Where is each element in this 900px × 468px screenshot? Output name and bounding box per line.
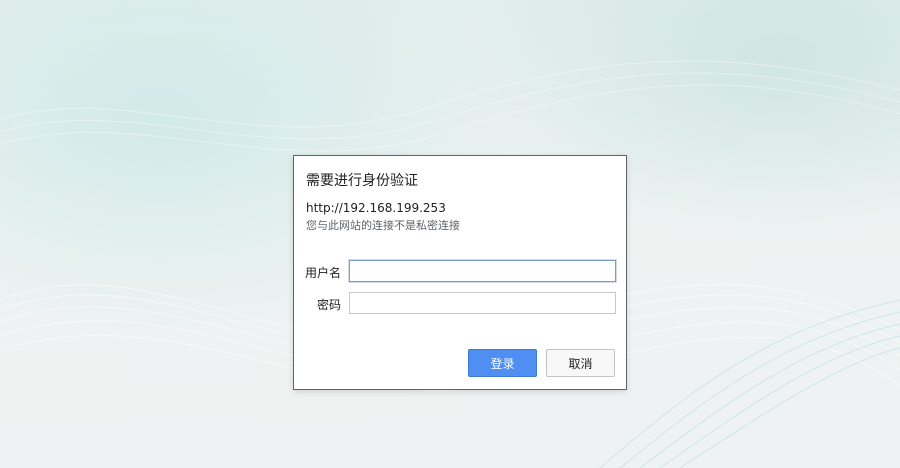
dialog-title: 需要进行身份验证 [306,173,418,189]
login-button[interactable]: 登录 [468,349,537,377]
auth-dialog: 需要进行身份验证 http://192.168.199.253 您与此网站的连接… [293,155,627,390]
username-label: 用户名 [304,266,341,280]
site-url: http://192.168.199.253 [306,201,446,215]
password-input[interactable] [349,292,616,314]
connection-warning: 您与此网站的连接不是私密连接 [306,219,460,232]
cancel-button[interactable]: 取消 [546,349,615,377]
username-input[interactable] [349,260,616,282]
password-label: 密码 [316,298,341,312]
